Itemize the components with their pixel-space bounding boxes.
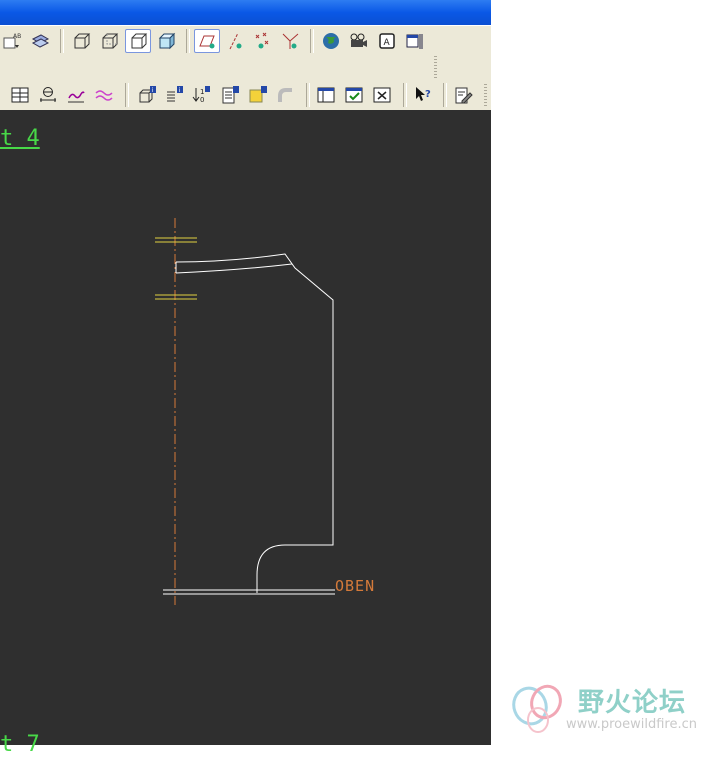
window-list-icon[interactable]: [404, 30, 426, 52]
dimension-icon[interactable]: [37, 84, 59, 106]
globe-icon[interactable]: [320, 30, 342, 52]
coordinate-system-display-icon[interactable]: [279, 30, 301, 52]
view-label-top: t 4: [0, 126, 40, 151]
svg-text:AB: AB: [13, 33, 21, 40]
title-bar[interactable]: [0, 0, 491, 25]
svg-text:1: 1: [200, 88, 204, 96]
whats-this-help-icon[interactable]: ?: [412, 84, 434, 106]
window-tile-icon[interactable]: [315, 84, 337, 106]
toolbar-separator: [60, 29, 64, 53]
svg-text:A: A: [384, 38, 391, 48]
toolbar-separator: [310, 29, 314, 53]
toolbar-separator: [186, 29, 190, 53]
no-hidden-box-icon[interactable]: [125, 29, 151, 53]
watermark-title: 野火论坛: [578, 688, 687, 718]
note-info-icon[interactable]: [247, 84, 269, 106]
watermark-logo-icon: [512, 684, 562, 733]
part-outline: [175, 253, 334, 593]
hidden-line-box-icon[interactable]: [98, 30, 120, 52]
view-label-bottom: t 7: [0, 732, 40, 757]
oben-annotation: OBEN: [335, 577, 376, 595]
wireframe-box-icon[interactable]: [70, 30, 92, 52]
watermark-url: www.proewildfire.cn: [566, 717, 697, 732]
table-icon[interactable]: [9, 84, 31, 106]
datum-point-display-icon[interactable]: [251, 30, 273, 52]
toolbar-separator: [403, 83, 407, 107]
wave-icon[interactable]: [93, 84, 115, 106]
cad-application-window: AB A i i 1 0 ? t 4 OBEN t 7: [0, 0, 491, 757]
list-info-icon[interactable]: i: [163, 84, 185, 106]
window-close-icon[interactable]: [371, 84, 393, 106]
toolbar-separator: [306, 83, 310, 107]
camera-icon[interactable]: [347, 30, 369, 52]
datum-axis-display-icon[interactable]: [224, 30, 246, 52]
edit-document-icon[interactable]: [452, 84, 474, 106]
shaded-box-icon[interactable]: [155, 30, 177, 52]
watermark: 野火论坛 www.proewildfire.cn: [508, 680, 720, 740]
toolbar: AB A i i 1 0 ?: [0, 25, 491, 110]
toolbar-separator: [125, 83, 129, 107]
pipe-icon[interactable]: [275, 84, 297, 106]
drawing-geometry: [155, 218, 335, 605]
toolbar-grip[interactable]: [484, 84, 487, 106]
toolbar-separator: [443, 83, 447, 107]
part-inner-edge: [175, 263, 293, 274]
document-info-icon[interactable]: [219, 84, 241, 106]
sort-icon[interactable]: 10: [190, 84, 212, 106]
model-info-icon[interactable]: i: [136, 84, 158, 106]
note-ab-icon[interactable]: AB: [1, 30, 23, 52]
toolbar-grip[interactable]: [434, 56, 437, 78]
window-check-icon[interactable]: [343, 84, 365, 106]
datum-plane-display-icon[interactable]: [194, 29, 220, 53]
spring-icon[interactable]: [65, 84, 87, 106]
svg-text:?: ?: [425, 89, 431, 100]
layers-icon[interactable]: [29, 30, 51, 52]
drawing-canvas[interactable]: [0, 109, 491, 745]
annotation-a-icon[interactable]: A: [376, 30, 398, 52]
svg-text:0: 0: [200, 96, 204, 104]
